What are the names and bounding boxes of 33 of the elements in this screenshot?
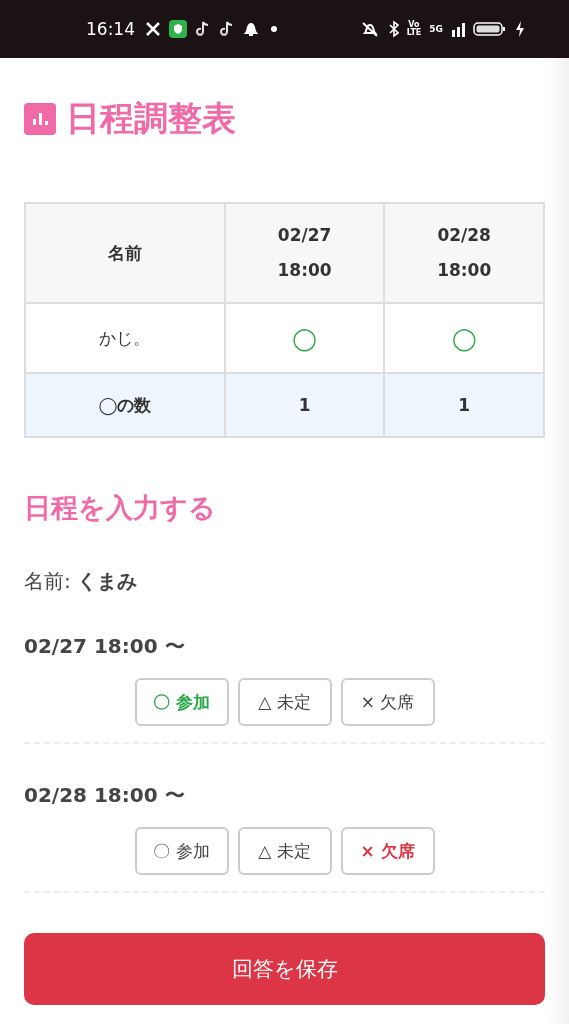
name-line: 名前: くまみ <box>24 568 139 595</box>
choice-button[interactable]: △ 未定 <box>237 678 332 726</box>
choice-button[interactable]: 〇 参加 <box>134 827 229 875</box>
table-cell: 1 <box>384 373 544 437</box>
table-cell: ◯の数 <box>25 373 225 437</box>
save-button[interactable]: 回答を保存 <box>24 933 545 1005</box>
table-cell: ◯ <box>224 303 385 373</box>
network-type: 5G <box>429 24 443 34</box>
choice-button[interactable]: △ 未定 <box>237 827 332 875</box>
page-title: 日程調整表 <box>66 97 236 140</box>
date-label: 02/28 18:00 〜 <box>24 782 186 809</box>
table-cell: ◯ <box>384 303 544 373</box>
music-note-icon <box>219 20 235 38</box>
date-label: 02/27 18:00 〜 <box>24 633 186 660</box>
music-note-icon <box>195 20 211 38</box>
battery-icon <box>473 21 507 37</box>
table-cell: かじ。 <box>25 303 225 373</box>
bar-chart-icon <box>24 103 56 135</box>
choice-button[interactable]: × 欠席 <box>340 678 435 726</box>
bluetooth-icon <box>388 20 399 38</box>
column-header: 02/28 18:00 <box>384 203 544 303</box>
section-title: 日程を入力する <box>24 491 217 525</box>
bell-icon <box>243 20 259 38</box>
shield-icon <box>169 20 187 38</box>
volte-indicator: Vo LTE <box>406 21 422 37</box>
charging-bolt-icon <box>515 21 525 37</box>
x-logo-icon <box>145 21 161 37</box>
column-header: 名前 <box>25 203 225 303</box>
column-header: 02/27 18:00 <box>224 203 385 303</box>
status-time: 16:14 <box>86 19 135 39</box>
table-cell: 1 <box>224 373 385 437</box>
choice-button[interactable]: × 欠席 <box>340 827 435 875</box>
signal-icon <box>451 21 465 37</box>
